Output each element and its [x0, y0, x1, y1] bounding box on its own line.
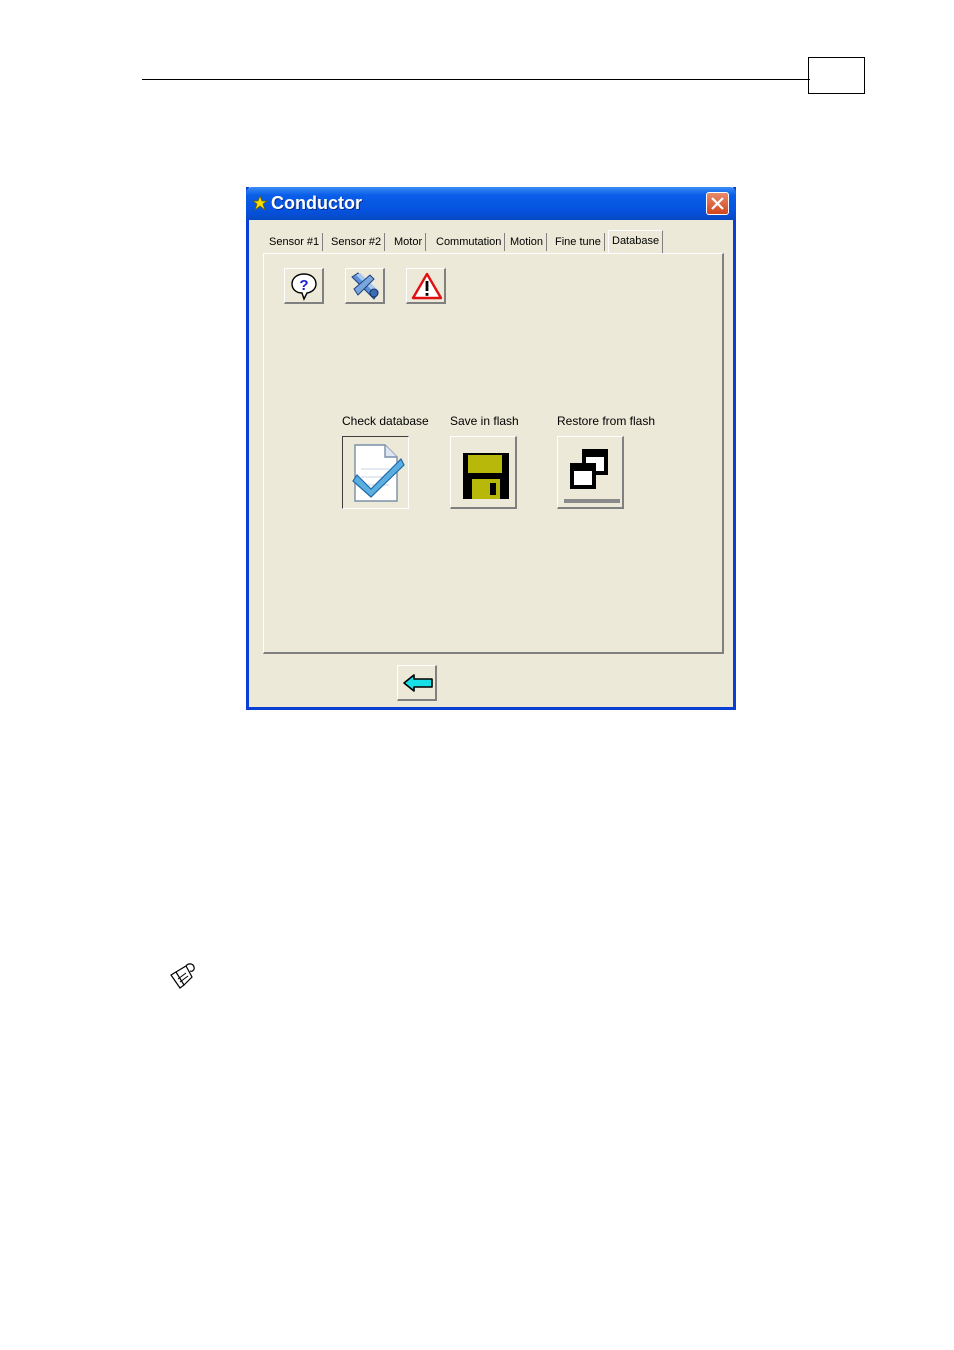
warning-button[interactable]: [406, 268, 446, 304]
check-database-icon: [352, 444, 405, 502]
save-in-flash-label: Save in flash: [450, 414, 519, 428]
title-bar[interactable]: Conductor: [246, 187, 736, 220]
database-panel: ? Check database Save in flash Restore f…: [263, 253, 724, 654]
check-database-label: Check database: [342, 414, 429, 428]
close-button[interactable]: [706, 192, 729, 215]
tools-button[interactable]: [345, 268, 385, 304]
close-icon: [711, 197, 724, 210]
svg-text:?: ?: [299, 277, 308, 294]
save-in-flash-button[interactable]: [450, 436, 517, 509]
tab-fine-tune[interactable]: Fine tune: [552, 233, 605, 251]
tab-sensor-2[interactable]: Sensor #2: [328, 233, 386, 251]
tab-sensor-1[interactable]: Sensor #1: [266, 233, 324, 251]
tab-motion[interactable]: Motion: [507, 233, 548, 251]
tab-database[interactable]: Database: [608, 230, 664, 253]
window-title: Conductor: [271, 193, 362, 213]
back-arrow-icon: [403, 674, 433, 692]
restore-from-flash-label: Restore from flash: [557, 414, 656, 428]
restore-windows-icon: [564, 449, 620, 503]
tab-commutation[interactable]: Commutation: [433, 233, 506, 251]
help-icon: ?: [291, 273, 317, 301]
warning-icon: [411, 272, 443, 300]
tools-icon: [351, 272, 379, 300]
header-rule: [142, 79, 810, 80]
restore-from-flash-button[interactable]: [557, 436, 624, 509]
app-icon: [252, 195, 268, 211]
back-button[interactable]: [397, 665, 437, 701]
check-database-button[interactable]: [342, 436, 409, 509]
tab-motor[interactable]: Motor: [391, 233, 427, 251]
note-icon: [170, 963, 195, 989]
floppy-disk-icon: [463, 453, 509, 499]
conductor-window: Conductor Sensor #1 Sensor #2 Motor Comm…: [246, 187, 736, 710]
page-number-box: [808, 57, 865, 94]
help-button[interactable]: ?: [284, 268, 324, 304]
